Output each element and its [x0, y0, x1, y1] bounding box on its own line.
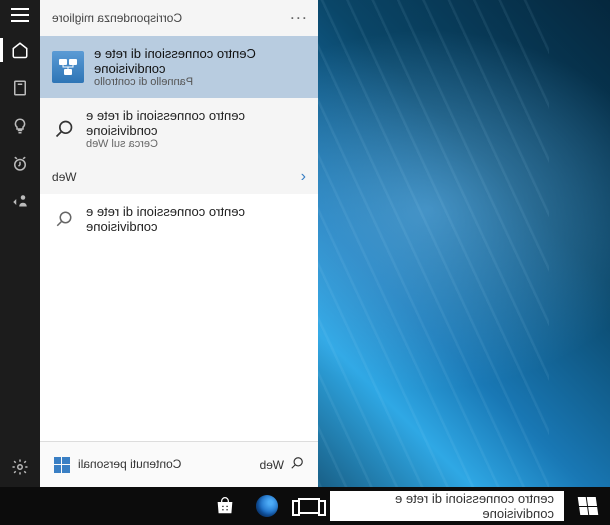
search-icon: [290, 456, 304, 473]
tab-personal-label: Contenuti personali: [78, 458, 181, 471]
reminder-icon[interactable]: [10, 154, 30, 174]
taskbar: centro connessioni di rete e condivision…: [0, 487, 610, 525]
settings-icon[interactable]: [10, 457, 30, 477]
best-match-result[interactable]: Centro connessioni di rete e condivision…: [40, 36, 318, 98]
web-results-area: centro connessioni di rete e condivision…: [40, 194, 318, 441]
search-input[interactable]: centro connessioni di rete e condivision…: [330, 491, 564, 521]
active-indicator: [0, 38, 3, 62]
lightbulb-icon[interactable]: [10, 116, 30, 136]
web-result-subtitle: Cerca sul Web: [86, 138, 306, 150]
web-search-suggestion[interactable]: centro connessioni di rete e condivision…: [40, 98, 318, 160]
section-label: Corrispondenza migliore: [52, 11, 182, 25]
best-match-subtitle: Pannello di controllo: [94, 76, 306, 88]
search-results-panel: ··· Corrispondenza migliore Centro conne…: [40, 0, 318, 487]
more-options-icon[interactable]: ···: [288, 11, 306, 25]
notebook-icon[interactable]: [10, 78, 30, 98]
network-sharing-icon: [52, 51, 84, 83]
web-section-label: Web: [52, 170, 76, 184]
tab-web[interactable]: Web: [246, 442, 318, 487]
hamburger-menu-icon[interactable]: [11, 8, 29, 22]
search-icon: [52, 207, 76, 231]
web-link-suggestion[interactable]: centro connessioni di rete e condivision…: [40, 194, 318, 244]
cortana-sidebar: [0, 0, 40, 487]
panel-header: ··· Corrispondenza migliore: [40, 0, 318, 36]
feedback-icon[interactable]: [10, 192, 30, 212]
tab-web-label: Web: [260, 458, 284, 472]
filter-tabs: Web Contenuti personali: [40, 441, 318, 487]
task-view-icon[interactable]: [288, 487, 330, 525]
web-result-title: centro connessioni di rete e condivision…: [86, 108, 306, 138]
store-icon[interactable]: [204, 487, 246, 525]
chevron-left-icon: ‹: [301, 168, 306, 186]
tab-personal[interactable]: Contenuti personali: [40, 442, 195, 487]
home-icon[interactable]: [10, 40, 30, 60]
start-button[interactable]: [566, 487, 610, 525]
search-input-value: centro connessioni di rete e condivision…: [340, 491, 554, 521]
web-section-header[interactable]: ‹ Web: [40, 160, 318, 194]
search-icon: [52, 117, 76, 141]
edge-browser-icon[interactable]: [246, 487, 288, 525]
best-match-title: Centro connessioni di rete e condivision…: [94, 46, 306, 76]
windows-logo-icon: [578, 497, 599, 515]
windows-tiles-icon: [54, 457, 70, 473]
web-link-text: centro connessioni di rete e condivision…: [86, 204, 306, 234]
